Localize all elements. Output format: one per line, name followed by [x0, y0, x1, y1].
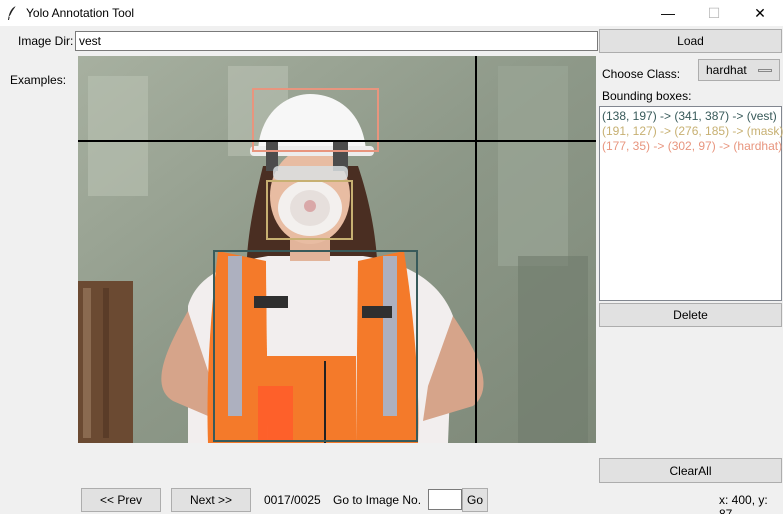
load-button[interactable]: Load	[599, 29, 782, 53]
annotation-canvas[interactable]	[78, 56, 596, 443]
delete-button[interactable]: Delete	[599, 303, 782, 327]
feather-icon	[8, 5, 17, 20]
clear-all-button[interactable]: ClearAll	[599, 458, 782, 483]
bbox-item-mask[interactable]: (191, 127) -> (276, 185) -> (mask)	[602, 124, 783, 139]
next-button[interactable]: Next >>	[171, 488, 251, 512]
image-dir-input[interactable]: vest	[75, 31, 598, 51]
bbox-item-vest[interactable]: (138, 197) -> (341, 387) -> (vest)	[602, 109, 779, 124]
bbox-item-hardhat[interactable]: (177, 35) -> (302, 97) -> (hardhat)	[602, 139, 782, 154]
window-title: Yolo Annotation Tool	[26, 6, 135, 20]
go-button[interactable]: Go	[462, 488, 488, 512]
annotation-image[interactable]	[78, 56, 596, 443]
examples-label: Examples:	[10, 73, 67, 87]
image-progress: 0017/0025	[264, 493, 321, 507]
prev-button[interactable]: << Prev	[81, 488, 161, 512]
maximize-button[interactable]: ☐	[691, 0, 737, 26]
image-dir-label: Image Dir:	[18, 34, 74, 48]
cursor-coordinates: x: 400, y: 87	[719, 493, 768, 514]
bounding-box-list[interactable]: (138, 197) -> (341, 387) -> (vest) (191,…	[599, 106, 783, 301]
class-select[interactable]: hardhat	[698, 59, 780, 81]
minimize-button[interactable]: —	[645, 0, 691, 26]
close-button[interactable]: ✕	[737, 0, 783, 26]
bounding-boxes-label: Bounding boxes:	[602, 89, 692, 103]
choose-class-label: Choose Class:	[602, 67, 681, 81]
title-bar: Yolo Annotation Tool — ☐ ✕	[0, 0, 783, 26]
class-select-value: hardhat	[706, 63, 747, 77]
goto-image-input[interactable]	[428, 489, 462, 510]
dropdown-indicator-icon	[758, 69, 772, 72]
goto-label: Go to Image No.	[333, 493, 422, 507]
